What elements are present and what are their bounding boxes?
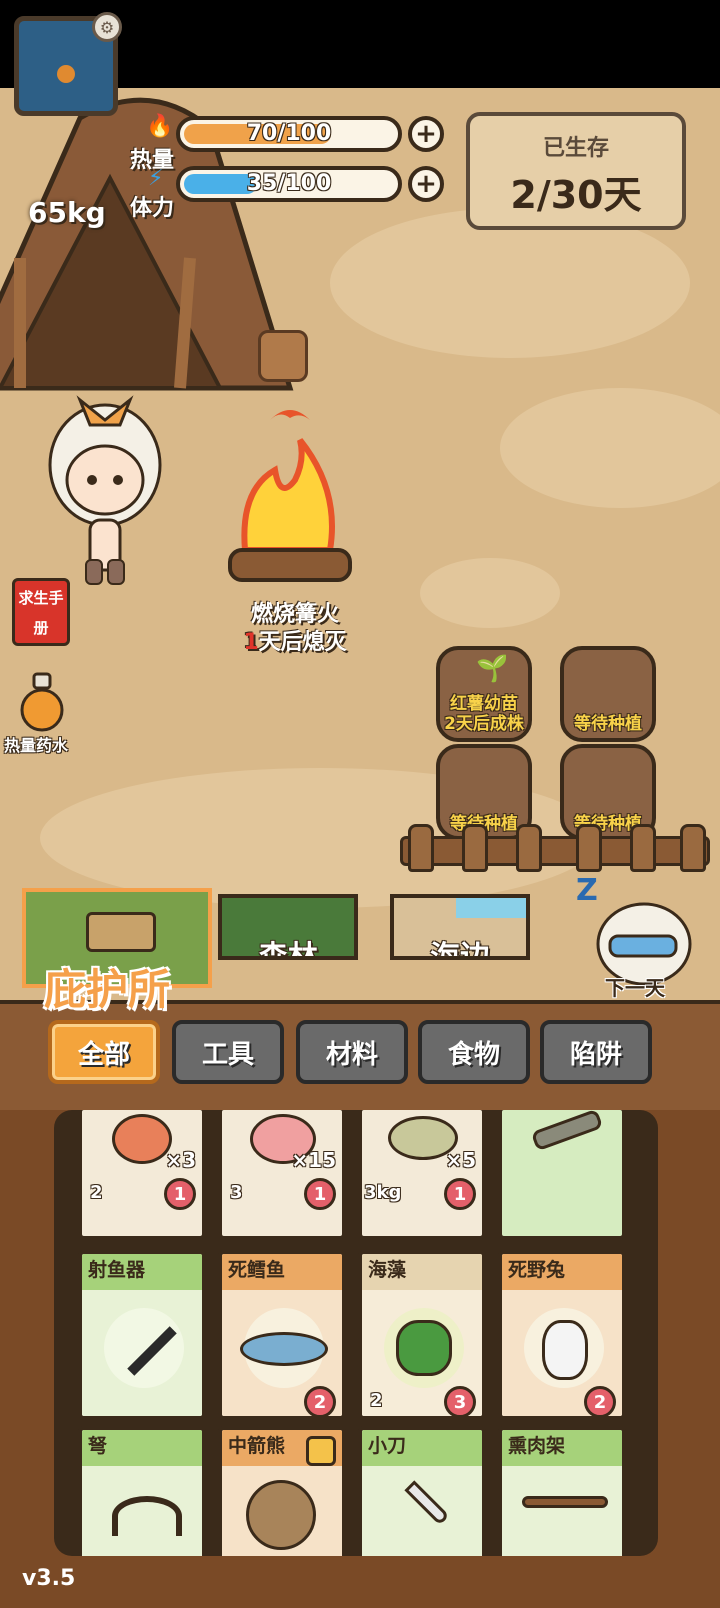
item-weight: 3 [230, 1182, 243, 1203]
item-count-badge: 2 [584, 1386, 616, 1416]
gear-icon[interactable]: ⚙ [92, 12, 122, 42]
location-forest[interactable]: 森林 [218, 894, 358, 960]
campfire-timer: 1天后熄灭 [200, 624, 390, 656]
inventory-grid: ×3 2 1 ×15 3 1 ×5 3kg 1 射鱼器 死鳕鱼 2 海藻 2 3… [54, 1110, 658, 1556]
add-stamina-button[interactable]: + [408, 166, 444, 202]
sprout-icon: 🌱 [476, 654, 509, 684]
item-name: 死鳕鱼 [222, 1254, 342, 1290]
inventory-item-shot-bear[interactable]: 中箭熊 [218, 1426, 346, 1556]
inventory-item-salmon[interactable]: ×3 2 1 [78, 1110, 206, 1240]
version-label: v3.5 [22, 1566, 76, 1591]
inventory-item-dead-rabbit[interactable]: 死野兔 2 [498, 1250, 626, 1420]
stamina-label: 体力 [130, 196, 175, 221]
plot-status-line1: 等待种植 [574, 714, 642, 734]
item-weight: 3kg [364, 1182, 402, 1203]
fence-rail [400, 836, 710, 866]
campfire[interactable] [220, 400, 360, 600]
shovel-tag-icon [306, 1436, 336, 1466]
item-name: 小刀 [362, 1430, 482, 1466]
forest-label: 森林 [258, 940, 318, 960]
player-character[interactable] [40, 370, 170, 590]
location-beach[interactable]: 海边 [390, 894, 530, 960]
cod-fish-icon [240, 1332, 328, 1366]
weight-value: 65kg [28, 196, 106, 229]
item-weight: 2 [370, 1390, 383, 1411]
item-weight: 2 [90, 1182, 103, 1203]
salmon-steak-icon [112, 1114, 172, 1164]
next-day-label: 下一天 [605, 976, 665, 1000]
item-name: 弩 [82, 1430, 202, 1466]
inventory-item-fish-spear[interactable]: 射鱼器 [78, 1250, 206, 1420]
seaweed-icon [396, 1320, 452, 1376]
ground-patch [330, 208, 690, 358]
inventory-item-smoking-rack[interactable]: 熏肉架 [498, 1426, 626, 1556]
campfire-suffix: 天后熄灭 [258, 630, 347, 655]
survival-days-board: 已生存 2/30天 [466, 112, 686, 230]
survival-handbook-button[interactable]: 求生手册 [12, 578, 70, 646]
plot-status-line1: 红薯幼苗 [450, 694, 518, 714]
tree-stump [258, 330, 308, 382]
farm-plot[interactable]: 等待种植 [560, 646, 656, 742]
knife-icon [404, 1480, 450, 1526]
inventory-item-dead-cod[interactable]: 死鳕鱼 2 [218, 1250, 346, 1420]
bear-icon [246, 1480, 316, 1550]
stamina-value: 35/100 [246, 171, 332, 196]
sea-strip [456, 898, 526, 918]
campfire-days: 1 [243, 630, 259, 655]
tab-all[interactable]: 全部 [48, 1020, 160, 1084]
item-quantity: ×5 [445, 1148, 476, 1172]
heat-value: 70/100 [246, 121, 332, 146]
item-count-badge: 3 [444, 1386, 476, 1416]
ground-patch [420, 558, 560, 628]
fence-post [516, 824, 542, 872]
item-name: 射鱼器 [82, 1254, 202, 1290]
heat-bar: 70/100 [176, 116, 402, 152]
item-name: 死野兔 [502, 1254, 622, 1290]
item-quantity: ×3 [165, 1148, 196, 1172]
farm-plot[interactable]: 🌱 红薯幼苗 2天后成株 [436, 646, 532, 742]
crossbow-icon [112, 1496, 182, 1536]
shelter-label: 庇护所 [44, 965, 171, 1014]
inventory-item-rope[interactable] [498, 1110, 626, 1240]
item-circle [104, 1308, 184, 1388]
item-count-badge: 1 [304, 1178, 336, 1210]
potion-label: 热量药水 [4, 736, 69, 755]
tab-tools[interactable]: 工具 [172, 1020, 284, 1084]
item-count-badge: 2 [304, 1386, 336, 1416]
fence-post [462, 824, 488, 872]
tab-food[interactable]: 食物 [418, 1020, 530, 1084]
survived-title: 已生存 [542, 136, 609, 161]
smoking-rack-icon [522, 1496, 608, 1508]
item-count-badge: 1 [444, 1178, 476, 1210]
plot-status-line2: 2天后成株 [444, 714, 524, 734]
beach-label: 海边 [430, 940, 490, 960]
svg-text:Z: Z [576, 873, 598, 908]
fence-post [408, 824, 434, 872]
item-quantity: ×15 [291, 1148, 336, 1172]
item-count-badge: 1 [164, 1178, 196, 1210]
potion-icon[interactable] [18, 672, 66, 732]
weight-indicator-dot [57, 65, 75, 83]
item-name: 海藻 [362, 1254, 482, 1290]
tab-materials[interactable]: 材料 [296, 1020, 408, 1084]
inventory-item-meat[interactable]: ×15 3 1 [218, 1110, 346, 1240]
inventory-item-crossbow[interactable]: 弩 [78, 1426, 206, 1556]
rabbit-icon [542, 1320, 588, 1380]
lightning-icon: ⚡ [148, 166, 164, 191]
inventory-item-seaweed[interactable]: 海藻 2 3 [358, 1250, 486, 1420]
add-heat-button[interactable]: + [408, 116, 444, 152]
rope-icon [530, 1110, 604, 1152]
tab-traps[interactable]: 陷阱 [540, 1020, 652, 1084]
item-name: 熏肉架 [502, 1430, 622, 1466]
ground-patch [500, 388, 720, 508]
stamina-bar: 35/100 [176, 166, 402, 202]
inventory-item-knife[interactable]: 小刀 [358, 1426, 486, 1556]
shelter-tent-icon [86, 912, 156, 952]
flame-icon: 🔥 [146, 114, 174, 139]
inventory-item-clam[interactable]: ×5 3kg 1 [358, 1110, 486, 1240]
survived-days: 2/30天 [510, 173, 642, 217]
